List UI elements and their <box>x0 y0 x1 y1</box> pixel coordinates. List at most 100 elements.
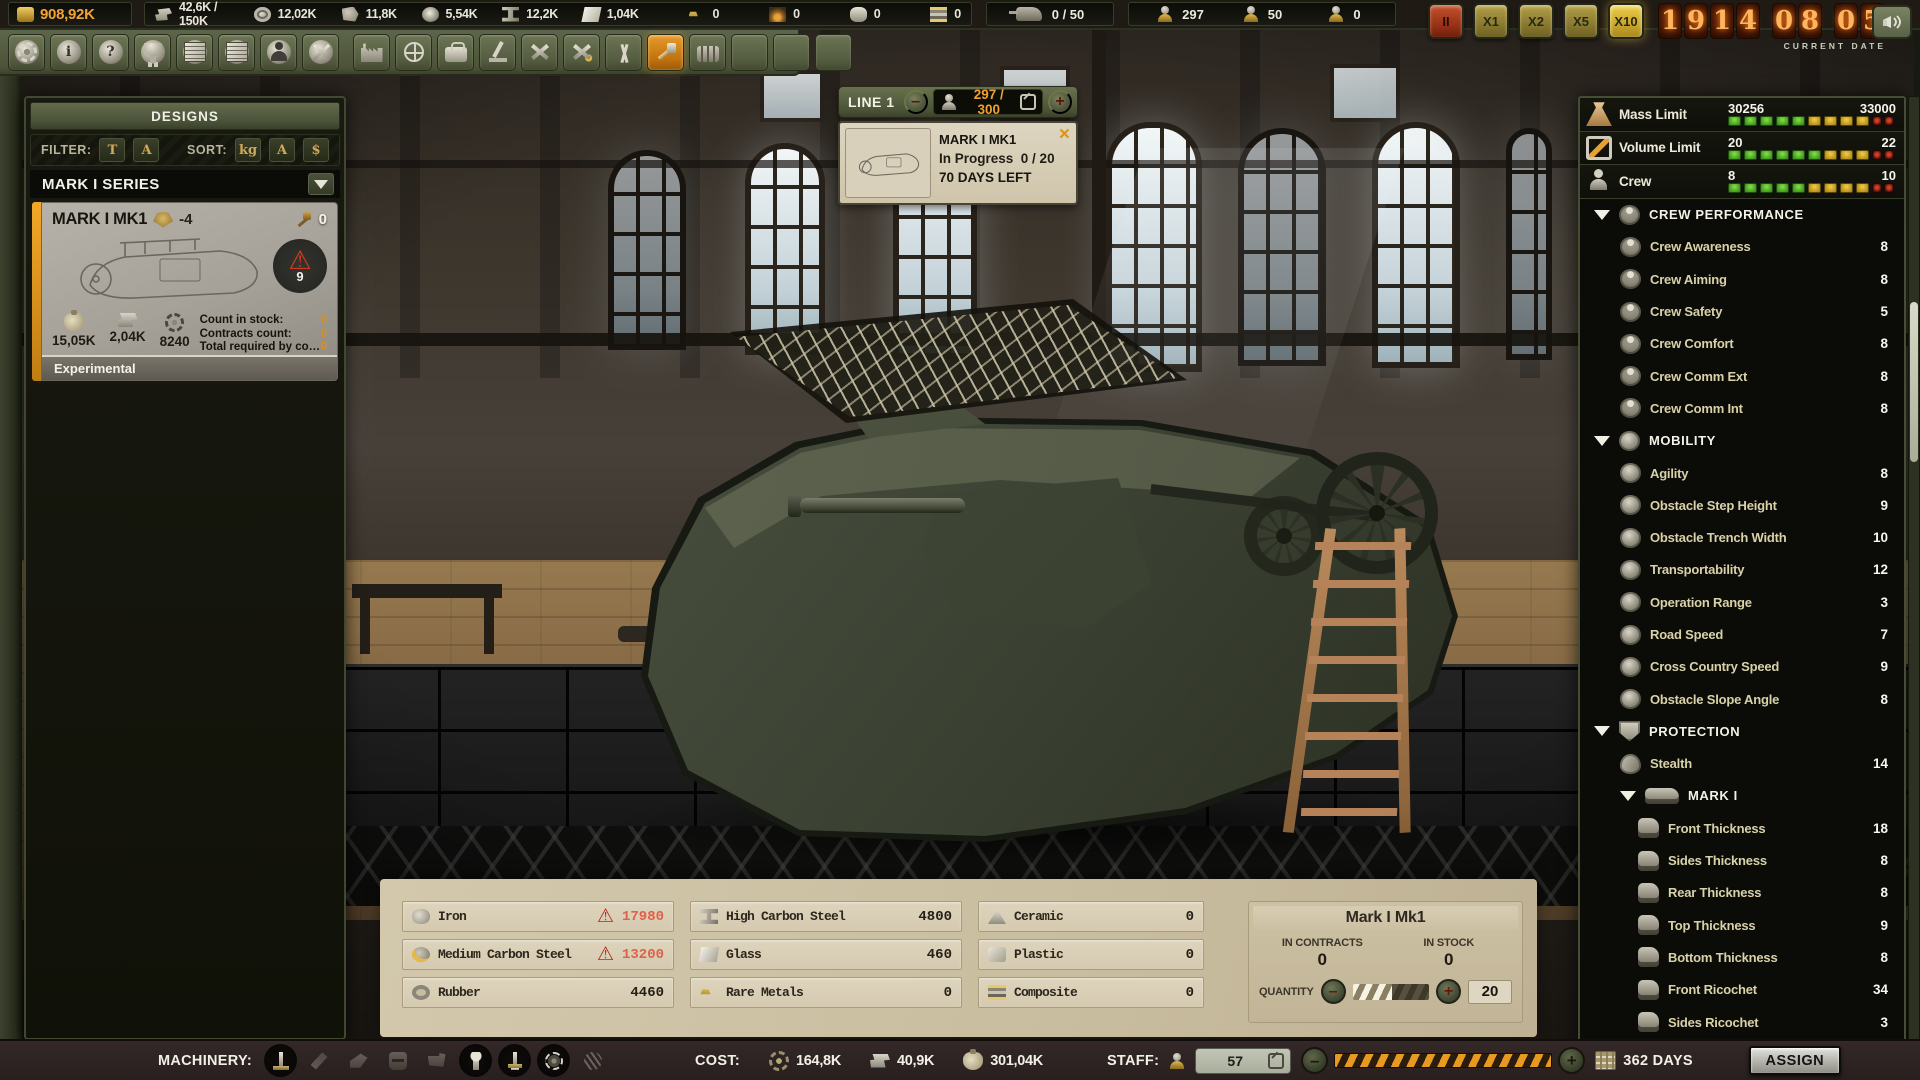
close-icon[interactable]: × <box>1059 125 1070 144</box>
resource-item[interactable]: 0 <box>800 7 881 22</box>
bending-machine-icon[interactable] <box>342 1044 375 1077</box>
circular-saw-icon[interactable] <box>537 1044 570 1077</box>
sort-alpha-button[interactable]: A <box>269 138 295 162</box>
sort-cost-button[interactable]: $ <box>303 138 329 162</box>
design-warning-badge[interactable]: ⚠ 9 <box>273 239 327 293</box>
staff-count-input[interactable]: 57 <box>1195 1048 1291 1074</box>
announcements-button[interactable] <box>1872 5 1912 39</box>
resource-item[interactable]: 12,02K <box>236 7 317 22</box>
resource-item[interactable]: 11,8K <box>316 7 397 22</box>
game-window: 908,92K 42,6K / 150K 12,02K 11,8K <box>0 0 1920 1080</box>
tank-hull-icon[interactable] <box>731 34 768 71</box>
staff-allocation-bar[interactable] <box>1334 1053 1552 1068</box>
stat-value: 8 <box>1880 239 1888 254</box>
scrollbar-thumb[interactable] <box>1910 302 1918 462</box>
spring-hammer-icon[interactable] <box>576 1044 609 1077</box>
design-icon[interactable] <box>605 34 642 71</box>
quantity-plus-button[interactable]: + <box>1436 979 1461 1004</box>
money-display[interactable]: 908,92K <box>8 2 132 26</box>
edit-staff-icon[interactable] <box>1020 94 1036 110</box>
resource-item[interactable]: 0 <box>880 7 961 22</box>
trophy-icon[interactable] <box>134 34 171 71</box>
newspaper-icon[interactable] <box>176 34 213 71</box>
tank-combat-icon[interactable] <box>773 34 810 71</box>
drill-press-icon[interactable] <box>498 1044 531 1077</box>
factory-icon[interactable] <box>353 34 390 71</box>
mobility-icon <box>1619 431 1640 451</box>
series-header[interactable]: MARK I SERIES <box>30 170 340 198</box>
machines-cost: 164,8K <box>769 1051 841 1071</box>
quantity-slider[interactable] <box>1353 984 1429 1000</box>
icon-shape <box>781 42 803 62</box>
help-icon[interactable]: ? <box>92 34 129 71</box>
stats-scrollbar[interactable] <box>1908 96 1920 1044</box>
material-row[interactable]: High Carbon Steel ⚠ 4800 <box>690 901 962 932</box>
filter-tier-button[interactable]: T <box>99 138 125 162</box>
riveting-machine-icon[interactable] <box>459 1044 492 1077</box>
assign-button[interactable]: ASSIGN <box>1749 1046 1841 1075</box>
collapse-arrow-icon[interactable] <box>1594 210 1610 220</box>
collapse-arrow-icon[interactable] <box>1594 726 1610 736</box>
collapse-arrow-icon[interactable] <box>1620 791 1636 801</box>
speed-button[interactable]: X10 <box>1608 3 1644 39</box>
speed-button[interactable]: X1 <box>1473 3 1509 39</box>
collapse-arrow-icon[interactable] <box>1594 436 1610 446</box>
line-production-card[interactable]: MARK I MK1 In Progress 0 / 20 70 DAYS LE… <box>838 121 1078 205</box>
quantity-minus-button[interactable]: – <box>1321 979 1346 1004</box>
design-card-mark-i-mk1[interactable]: MARK I MK1 -4 0 ⚠ <box>32 202 338 381</box>
repair-icon[interactable] <box>563 34 600 71</box>
contracts-icon[interactable] <box>437 34 474 71</box>
info-icon[interactable]: i <box>50 34 87 71</box>
chipping-hammer-icon[interactable] <box>303 1044 336 1077</box>
war-icon[interactable] <box>302 34 339 71</box>
resource-item[interactable]: 1,04K <box>558 7 639 22</box>
steel-ingot-icon <box>118 313 138 327</box>
resource-value: 12,2K <box>526 7 558 21</box>
menu-buttons <box>353 34 852 71</box>
welding-machine-icon[interactable] <box>381 1044 414 1077</box>
sort-mass-button[interactable]: kg <box>235 138 261 162</box>
resource-item[interactable]: 5,54K <box>397 7 478 22</box>
staff-decrease-button[interactable]: – <box>1301 1047 1328 1074</box>
resource-item[interactable]: 12,2K <box>477 7 558 22</box>
resource-item[interactable]: 42,6K / 150K <box>155 0 236 28</box>
resource-item[interactable]: 0 <box>639 7 720 22</box>
remove-staff-button[interactable]: – <box>904 90 928 114</box>
staff-summary-display[interactable]: 297 50 0 <box>1128 2 1396 26</box>
casting-machine-icon[interactable] <box>420 1044 453 1077</box>
material-row[interactable]: Composite ⚠ 0 <box>978 977 1204 1008</box>
series-collapse-button[interactable] <box>308 173 334 195</box>
filter-design-button[interactable]: A <box>133 138 159 162</box>
front-thickness-icon <box>1638 818 1659 838</box>
tank-count-value: 0 / 50 <box>1052 7 1085 22</box>
engines-icon[interactable] <box>689 34 726 71</box>
material-row[interactable]: Iron ⚠ 17980 <box>402 901 674 932</box>
tank-armor-icon[interactable] <box>815 34 852 71</box>
material-row[interactable]: Rubber ⚠ 4460 <box>402 977 674 1008</box>
tank-count-display[interactable]: 0 / 50 <box>986 2 1114 26</box>
speed-button[interactable]: X2 <box>1518 3 1554 39</box>
material-row[interactable]: Plastic ⚠ 0 <box>978 939 1204 970</box>
lathe-machine-icon[interactable] <box>264 1044 297 1077</box>
arched-window <box>745 143 825 355</box>
production-hammer-icon[interactable] <box>647 34 684 71</box>
material-row[interactable]: Medium Carbon Steel ⚠ 13200 <box>402 939 674 970</box>
resource-item[interactable]: 0 <box>719 7 800 22</box>
material-row[interactable]: Ceramic ⚠ 0 <box>978 901 1204 932</box>
add-staff-button[interactable]: + <box>1048 90 1072 114</box>
yellow-segment <box>1856 183 1869 193</box>
world-market-icon[interactable] <box>395 34 432 71</box>
material-row[interactable]: Glass ⚠ 460 <box>690 939 962 970</box>
material-row[interactable]: Rare Metals ⚠ 0 <box>690 977 962 1008</box>
days-left: 70 DAYS LEFT <box>939 170 1069 185</box>
stat-label: Front Ricochet <box>1668 982 1757 997</box>
research-icon[interactable] <box>479 34 516 71</box>
speed-button[interactable]: X5 <box>1563 3 1599 39</box>
politician-icon[interactable] <box>260 34 297 71</box>
in-stock-label: IN STOCK <box>1386 937 1513 949</box>
speed-button[interactable]: II <box>1428 3 1464 39</box>
staff-increase-button[interactable]: + <box>1558 1047 1585 1074</box>
workshop-tools-icon[interactable] <box>521 34 558 71</box>
report-icon[interactable] <box>218 34 255 71</box>
settings-gear-icon[interactable] <box>8 34 45 71</box>
